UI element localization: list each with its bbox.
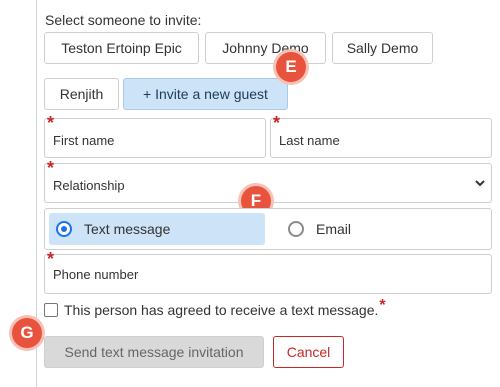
marker-e: E <box>276 52 306 82</box>
person-chip-teston[interactable]: Teston Ertoinp Epic <box>44 32 199 64</box>
agree-label: This person has agreed to receive a text… <box>64 302 379 318</box>
last-name-field[interactable]: * Last name <box>270 113 492 158</box>
required-asterisk: * <box>47 158 55 178</box>
last-name-placeholder: Last name <box>279 133 340 148</box>
contact-method-radio-group: Text message Email <box>44 208 492 250</box>
invite-prompt: Select someone to invite: <box>45 12 202 28</box>
person-chip-johnny[interactable]: Johnny Demo <box>205 32 326 64</box>
relationship-placeholder: Relationship <box>53 178 125 193</box>
agree-row: This person has agreed to receive a text… <box>44 297 386 319</box>
required-asterisk: * <box>47 113 55 133</box>
radio-text-message-label: Text message <box>84 221 171 237</box>
radio-selected-icon <box>56 221 72 237</box>
agree-checkbox[interactable] <box>44 303 58 317</box>
invite-new-guest-button[interactable]: + Invite a new guest <box>123 78 288 110</box>
required-asterisk: * <box>379 297 386 314</box>
send-invitation-button[interactable]: Send text message invitation <box>44 336 264 368</box>
person-chip-renjith[interactable]: Renjith <box>44 78 119 110</box>
phone-number-placeholder: Phone number <box>53 267 139 282</box>
first-name-placeholder: First name <box>53 133 115 148</box>
radio-email-label: Email <box>316 221 352 237</box>
radio-unselected-icon <box>288 221 304 237</box>
required-asterisk: * <box>273 113 281 133</box>
marker-g: G <box>12 318 42 348</box>
cancel-button[interactable]: Cancel <box>273 336 344 368</box>
radio-email[interactable]: Email <box>281 213 351 245</box>
person-chip-sally[interactable]: Sally Demo <box>332 32 433 64</box>
phone-number-field[interactable]: * Phone number <box>44 249 492 294</box>
chevron-down-icon <box>475 180 485 187</box>
radio-text-message[interactable]: Text message <box>49 213 265 245</box>
first-name-field[interactable]: * First name <box>44 113 266 158</box>
